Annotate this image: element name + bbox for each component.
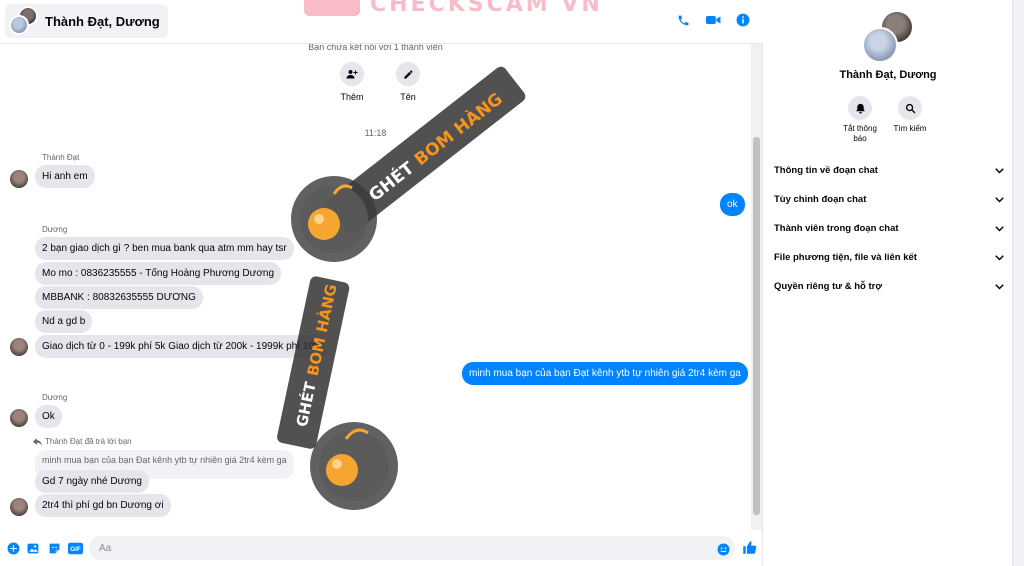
avatar bbox=[9, 15, 29, 35]
mute-label: Tắt thông báo bbox=[843, 124, 877, 143]
sender-name: Dương bbox=[42, 393, 68, 402]
message-input[interactable] bbox=[89, 536, 735, 560]
gif-label: GIF bbox=[70, 546, 81, 553]
message-bubble-outgoing[interactable]: minh mua bạn của bạn Đạt kênh ytb tự nhi… bbox=[462, 362, 748, 385]
avatar bbox=[10, 338, 28, 356]
rename-button[interactable]: Tên bbox=[392, 62, 424, 102]
info-title: Thành Đạt, Dương bbox=[839, 69, 937, 81]
watermark-stamp: GHÉT BOM HÀNG bbox=[246, 274, 406, 524]
menu-item-label: Quyền riêng tư & hỗ trợ bbox=[774, 281, 883, 292]
window-edge bbox=[1012, 0, 1024, 566]
video-icon[interactable] bbox=[705, 12, 721, 28]
message-timestamp: 11:18 bbox=[364, 128, 387, 138]
message-bubble[interactable]: Mo mo : 0836235555 - Tống Hoàng Phương D… bbox=[35, 262, 282, 285]
avatar bbox=[10, 498, 28, 516]
thread-scrollbar[interactable] bbox=[751, 44, 762, 530]
stamp-text-1: GHÉT bbox=[292, 379, 320, 428]
connection-note: Bạn chưa kết nối với 1 thành viên bbox=[308, 44, 443, 52]
menu-item-chat-info[interactable]: Thông tin về đoạn chat bbox=[770, 156, 1008, 185]
conversation-title-button[interactable]: Thành Đạt, Dương bbox=[5, 4, 168, 38]
phone-icon[interactable] bbox=[675, 12, 691, 28]
info-actions: Tắt thông báo Tìm kiếm bbox=[842, 96, 928, 144]
reply-arrow-icon bbox=[33, 437, 42, 446]
info-menu: Thông tin về đoạn chat Tùy chỉnh đoạn ch… bbox=[770, 156, 1008, 301]
watermark-logo: CHECKSCAM VN bbox=[304, 0, 603, 18]
message-bubble[interactable]: Nd a gd b bbox=[35, 310, 93, 333]
message-bubble[interactable]: 2 bạn giao dịch gì ? ben mua bank qua at… bbox=[35, 237, 294, 260]
search-button[interactable]: Tìm kiếm bbox=[892, 96, 928, 144]
message-bubble[interactable]: Ok bbox=[35, 405, 62, 428]
scroll-thumb[interactable] bbox=[753, 137, 760, 515]
rename-label: Tên bbox=[400, 92, 416, 102]
bell-icon bbox=[848, 96, 872, 120]
mute-button[interactable]: Tắt thông báo bbox=[842, 96, 878, 144]
message-bubble[interactable]: Giao dịch từ 0 - 199k phí 5k Giao dịch t… bbox=[35, 335, 326, 358]
menu-item-label: Tùy chỉnh đoạn chat bbox=[774, 194, 867, 205]
menu-item-customize[interactable]: Tùy chỉnh đoạn chat bbox=[770, 185, 1008, 214]
reply-indicator: Thành Đạt đã trả lời bạn bbox=[33, 437, 132, 446]
avatar bbox=[10, 409, 28, 427]
chevron-down-icon bbox=[994, 282, 1004, 292]
group-avatar-large bbox=[862, 10, 916, 64]
menu-item-privacy-support[interactable]: Quyền riêng tư & hỗ trợ bbox=[770, 272, 1008, 301]
add-person-icon bbox=[340, 62, 364, 86]
chevron-down-icon bbox=[994, 166, 1004, 176]
group-avatar bbox=[9, 6, 39, 36]
chevron-down-icon bbox=[994, 253, 1004, 263]
menu-item-members[interactable]: Thành viên trong đoạn chat bbox=[770, 214, 1008, 243]
quick-actions: Thêm Tên bbox=[336, 62, 424, 102]
watermark-logo-mark bbox=[304, 0, 360, 16]
stamp-text-1: GHÉT bbox=[364, 157, 418, 206]
menu-item-label: Thành viên trong đoạn chat bbox=[774, 223, 899, 234]
emoji-icon[interactable] bbox=[716, 542, 730, 556]
plus-icon[interactable] bbox=[6, 541, 20, 555]
chat-header: Thành Đạt, Dương CHECKSCAM VN bbox=[0, 0, 763, 44]
sender-name: Dương bbox=[42, 225, 68, 234]
conversation-info-panel: Thành Đạt, Dương Tắt thông báo Tìm kiếm … bbox=[764, 0, 1012, 566]
header-actions bbox=[675, 12, 751, 28]
message-bubble[interactable]: MBBANK : 80832635555 DƯƠNG bbox=[35, 286, 203, 309]
menu-item-label: Thông tin về đoạn chat bbox=[774, 165, 878, 176]
avatar bbox=[10, 170, 28, 188]
message-bubble[interactable]: Hi anh em bbox=[35, 165, 95, 188]
message-bubble[interactable]: Gd 7 ngày nhé Dương bbox=[35, 470, 149, 493]
like-icon[interactable] bbox=[741, 539, 757, 555]
message-bubble-outgoing[interactable]: ok bbox=[720, 193, 745, 216]
add-member-label: Thêm bbox=[340, 92, 364, 102]
reply-note-text: Thành Đạt đã trả lời bạn bbox=[45, 437, 132, 446]
search-icon bbox=[898, 96, 922, 120]
watermark-text: CHECKSCAM VN bbox=[370, 0, 603, 17]
message-thread[interactable]: Bạn chưa kết nối với 1 thành viên Thêm T… bbox=[0, 44, 763, 530]
message-bubble[interactable]: 2tr4 thì phí gd bn Dương ơi bbox=[35, 494, 171, 517]
stamp-text-2: BOM HÀNG bbox=[303, 282, 341, 377]
image-icon[interactable] bbox=[26, 541, 40, 555]
search-label: Tìm kiếm bbox=[893, 124, 927, 133]
menu-item-media-files[interactable]: File phương tiện, file và liên kết bbox=[770, 243, 1008, 272]
menu-item-label: File phương tiện, file và liên kết bbox=[774, 252, 917, 263]
add-member-button[interactable]: Thêm bbox=[336, 62, 368, 102]
sender-name: Thành Đạt bbox=[42, 153, 80, 162]
gif-icon[interactable]: GIF bbox=[67, 541, 83, 555]
chevron-down-icon bbox=[994, 195, 1004, 205]
sticker-icon[interactable] bbox=[47, 541, 61, 555]
chat-panel: Thành Đạt, Dương CHECKSCAM VN Bạn chưa k… bbox=[0, 0, 763, 566]
composer: GIF bbox=[0, 530, 763, 566]
chevron-down-icon bbox=[994, 224, 1004, 234]
avatar bbox=[862, 27, 898, 63]
info-icon[interactable] bbox=[735, 12, 751, 28]
pencil-icon bbox=[396, 62, 420, 86]
conversation-title: Thành Đạt, Dương bbox=[45, 13, 160, 29]
